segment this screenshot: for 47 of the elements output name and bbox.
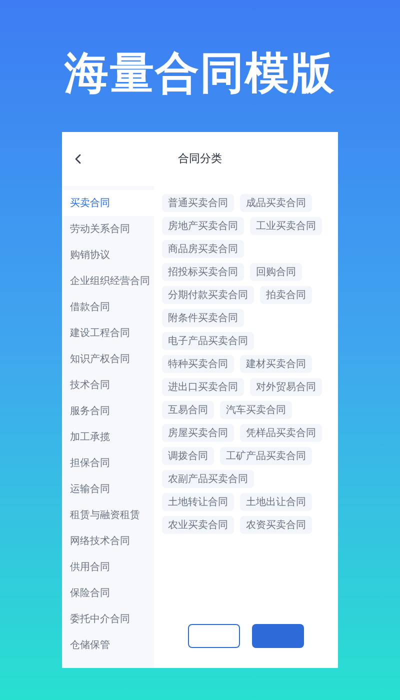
sidebar-item[interactable]: 担保合同 [62,450,154,476]
category-tag[interactable]: 房屋买卖合同 [162,424,234,442]
category-tag[interactable]: 分期付款买卖合同 [162,286,254,304]
category-tag[interactable]: 汽车买卖合同 [220,401,292,419]
category-tag[interactable]: 招投标买卖合同 [162,263,244,281]
sidebar-item[interactable]: 仓储保管 [62,632,154,658]
sidebar-item[interactable]: 企业组织经营合同 [62,268,154,294]
sidebar-item[interactable]: 借款合同 [62,294,154,320]
sidebar-item[interactable]: 委托中介合同 [62,606,154,632]
sidebar-item[interactable]: 买卖合同 [62,190,154,216]
category-tag[interactable]: 进出口买卖合同 [162,378,244,396]
category-tag[interactable]: 电子产品买卖合同 [162,332,254,350]
outline-button[interactable] [188,624,240,648]
category-tag[interactable]: 拍卖合同 [260,286,312,304]
sidebar-item[interactable]: 网络技术合同 [62,528,154,554]
category-tag[interactable]: 建材买卖合同 [240,355,312,373]
category-tag[interactable]: 附条件买卖合同 [162,309,244,327]
sidebar-item[interactable]: 加工承揽 [62,424,154,450]
sidebar-item[interactable]: 服务合同 [62,398,154,424]
category-tag[interactable]: 普通买卖合同 [162,194,234,212]
category-tag[interactable]: 工矿产品买卖合同 [220,447,312,465]
sidebar-item[interactable]: 建设工程合同 [62,320,154,346]
headline: 海量合同模版 [64,52,336,96]
sidebar-item[interactable]: 保险合同 [62,580,154,606]
category-tag[interactable]: 工业买卖合同 [250,217,322,235]
category-tag[interactable]: 凭样品买卖合同 [240,424,322,442]
category-tag[interactable]: 商品房买卖合同 [162,240,244,258]
category-tag[interactable]: 对外贸易合同 [250,378,322,396]
category-tag[interactable]: 调拨合同 [162,447,214,465]
category-tag[interactable]: 农资买卖合同 [240,516,312,534]
sidebar-item[interactable]: 技术合同 [62,372,154,398]
sidebar-item[interactable]: 知识产权合同 [62,346,154,372]
sidebar-item[interactable]: 供用合同 [62,554,154,580]
category-tag[interactable]: 土地出让合同 [240,493,312,511]
sidebar-item[interactable]: 运输合同 [62,476,154,502]
category-tag[interactable]: 房地产买卖合同 [162,217,244,235]
category-tag[interactable]: 农副产品买卖合同 [162,470,254,488]
sidebar-item[interactable]: 劳动关系合同 [62,216,154,242]
category-tag[interactable]: 成品买卖合同 [240,194,312,212]
sidebar-item[interactable]: 购销协议 [62,242,154,268]
category-tag[interactable]: 互易合同 [162,401,214,419]
sidebar-item[interactable]: 租赁与融资租赁 [62,502,154,528]
category-tag[interactable]: 回购合同 [250,263,302,281]
category-tag[interactable]: 农业买卖合同 [162,516,234,534]
category-tag[interactable]: 土地转让合同 [162,493,234,511]
page-title: 合同分类 [178,150,222,167]
category-tag[interactable]: 特种买卖合同 [162,355,234,373]
